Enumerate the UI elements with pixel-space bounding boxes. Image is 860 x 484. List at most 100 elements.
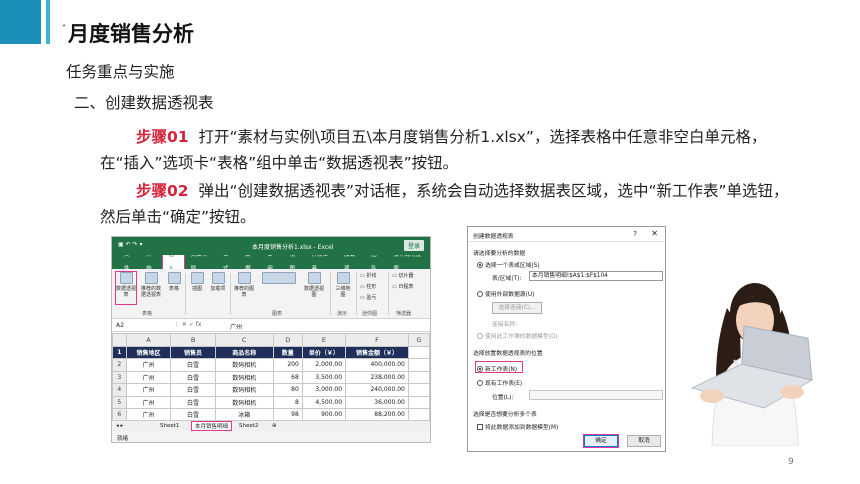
slicer-button[interactable]: ▭ 切片器: [392, 273, 413, 279]
header-cell[interactable]: 销售员: [170, 345, 216, 359]
add-sheet-icon[interactable]: ⊕: [272, 423, 277, 429]
login-button[interactable]: 登录: [403, 240, 424, 251]
table-range-label: 表/区域(T):: [492, 276, 522, 282]
name-box[interactable]: A2: [116, 322, 124, 329]
table-cell[interactable]: 广州: [125, 395, 172, 409]
table-cell[interactable]: 广州: [125, 370, 172, 384]
sheet-tab[interactable]: Sheet1: [160, 423, 179, 429]
row-header[interactable]: 5: [112, 395, 127, 409]
illustrations-icon: [190, 272, 204, 284]
radio-existing-sheet[interactable]: 现有工作表(E): [477, 378, 522, 387]
radio-select-table[interactable]: 选择一个表或区域(S): [477, 260, 540, 269]
table-cell[interactable]: 数码相机: [214, 395, 274, 409]
table-icon: [167, 272, 181, 284]
column-header[interactable]: C: [214, 333, 274, 347]
table-range-input[interactable]: 本月销售明细!$A$1:$F$104: [529, 271, 663, 281]
ribbon-separator: [185, 273, 186, 315]
location-input[interactable]: [529, 390, 663, 400]
empty-cell[interactable]: [407, 358, 430, 372]
formula-input[interactable]: 广州: [230, 322, 242, 331]
table-cell[interactable]: 36,000.00: [345, 395, 409, 409]
close-icon[interactable]: ✕: [651, 229, 658, 238]
chart-types-gallery[interactable]: [258, 272, 300, 286]
empty-cell[interactable]: [407, 370, 430, 384]
title-dot: •: [62, 22, 67, 30]
pivot-chart-button[interactable]: 数据透视图: [302, 272, 326, 298]
add-to-data-model-checkbox[interactable]: 将此数据添加到数据模型(M): [477, 422, 558, 431]
illustrations-button[interactable]: 插图: [189, 272, 205, 292]
sparkline-column-button[interactable]: ▭ 柱形: [360, 284, 376, 290]
row-header[interactable]: 1: [112, 345, 127, 359]
table-row: 4 广州 白雪 数码相机 80 3,000.00 240,000.00: [112, 383, 430, 397]
table-cell[interactable]: 68: [272, 370, 303, 384]
table-cell[interactable]: 白雪: [170, 370, 216, 384]
fx-icon[interactable]: ⋮ ✕ ✓ fx: [174, 321, 201, 328]
table-cell[interactable]: 238,000.00: [345, 370, 409, 384]
header-cell[interactable]: 商品名称: [214, 345, 274, 359]
sheet-tab[interactable]: Sheet2: [239, 423, 258, 429]
location-label: 位置(L):: [492, 395, 514, 401]
slide-title: 月度销售分析: [68, 22, 194, 46]
header-cell[interactable]: 数量: [272, 345, 303, 359]
table-cell[interactable]: 广州: [125, 358, 172, 372]
table-cell[interactable]: 80: [272, 383, 303, 397]
table-cell[interactable]: 数码相机: [214, 383, 274, 397]
empty-cell[interactable]: [407, 345, 430, 359]
row-header[interactable]: 2: [112, 358, 127, 372]
row-header[interactable]: 4: [112, 383, 127, 397]
help-icon[interactable]: ?: [633, 230, 637, 238]
table-cell[interactable]: 3,500.00: [301, 370, 347, 384]
page-number: 9: [788, 457, 794, 467]
column-header[interactable]: F: [345, 333, 409, 347]
table-cell[interactable]: 3,000.00: [301, 383, 347, 397]
table-cell[interactable]: 白雪: [170, 383, 216, 397]
row-header[interactable]: 3: [112, 370, 127, 384]
corner-cell[interactable]: [112, 333, 127, 347]
status-bar: 就绪: [112, 431, 430, 442]
addins-button[interactable]: 加载项: [210, 272, 226, 292]
column-header[interactable]: A: [125, 333, 172, 347]
sheet-tab[interactable]: 本月销售明细: [190, 421, 233, 431]
table-cell[interactable]: 白雪: [170, 395, 216, 409]
table-cell[interactable]: 广州: [125, 383, 172, 397]
table-cell[interactable]: 白雪: [170, 358, 216, 372]
radio-data-model[interactable]: 使用此工作簿的数据模型(D): [477, 331, 558, 340]
choose-connection-button[interactable]: 选择连接(C)...: [492, 302, 542, 314]
recommended-pivot-button[interactable]: 推荐的数据透视表: [139, 272, 163, 298]
pivot-table-button[interactable]: 数据透视表: [115, 271, 137, 305]
quick-access-icon[interactable]: ▣ ↶ ↷ ▾: [118, 241, 142, 248]
sparkline-line-button[interactable]: ▭ 折线: [360, 273, 376, 279]
step-paragraph-2: 步骤02 弹出“创建数据透视表”对话框，系统会自动选择数据表区域，选中“新工作表…: [100, 178, 800, 230]
accent-bar: [0, 0, 41, 44]
table-cell[interactable]: 2,000.00: [301, 358, 347, 372]
sheet-nav-icon[interactable]: ◂ ▸: [116, 423, 123, 429]
empty-cell[interactable]: [407, 383, 430, 397]
header-cell[interactable]: 销售金额（￥）: [345, 345, 409, 359]
column-header[interactable]: E: [301, 333, 347, 347]
table-row: 3 广州 白雪 数码相机 68 3,500.00 238,000.00: [112, 370, 430, 384]
column-header[interactable]: B: [170, 333, 216, 347]
timeline-button[interactable]: ▭ 日程表: [392, 284, 413, 290]
table-button[interactable]: 表格: [166, 272, 182, 292]
table-cell[interactable]: 8: [272, 395, 303, 409]
table-cell[interactable]: 400,000.00: [345, 358, 409, 372]
header-cell[interactable]: 销售地区: [125, 345, 172, 359]
radio-external-source[interactable]: 使用外部数据源(U): [477, 289, 534, 298]
table-cell[interactable]: 4,500.00: [301, 395, 347, 409]
table-cell[interactable]: 数码相机: [214, 358, 274, 372]
table-row: 2 广州 白雪 数码相机 200 2,000.00 400,000.00: [112, 358, 430, 372]
group-tours-label: 演示: [337, 311, 348, 317]
empty-cell[interactable]: [407, 395, 430, 409]
table-cell[interactable]: 200: [272, 358, 303, 372]
table-cell[interactable]: 数码相机: [214, 370, 274, 384]
recommended-charts-button[interactable]: 推荐的图表: [234, 272, 254, 298]
sparkline-winloss-button[interactable]: ▭ 盈亏: [360, 295, 376, 301]
cancel-button[interactable]: 取消: [627, 435, 661, 447]
column-header[interactable]: D: [272, 333, 303, 347]
ok-button[interactable]: 确定: [583, 434, 619, 448]
new-sheet-highlight: [475, 361, 523, 373]
table-cell[interactable]: 240,000.00: [345, 383, 409, 397]
3d-map-button[interactable]: 三维地图: [334, 272, 352, 298]
header-cell[interactable]: 单价（￥）: [301, 345, 347, 359]
column-header[interactable]: G: [407, 333, 430, 347]
